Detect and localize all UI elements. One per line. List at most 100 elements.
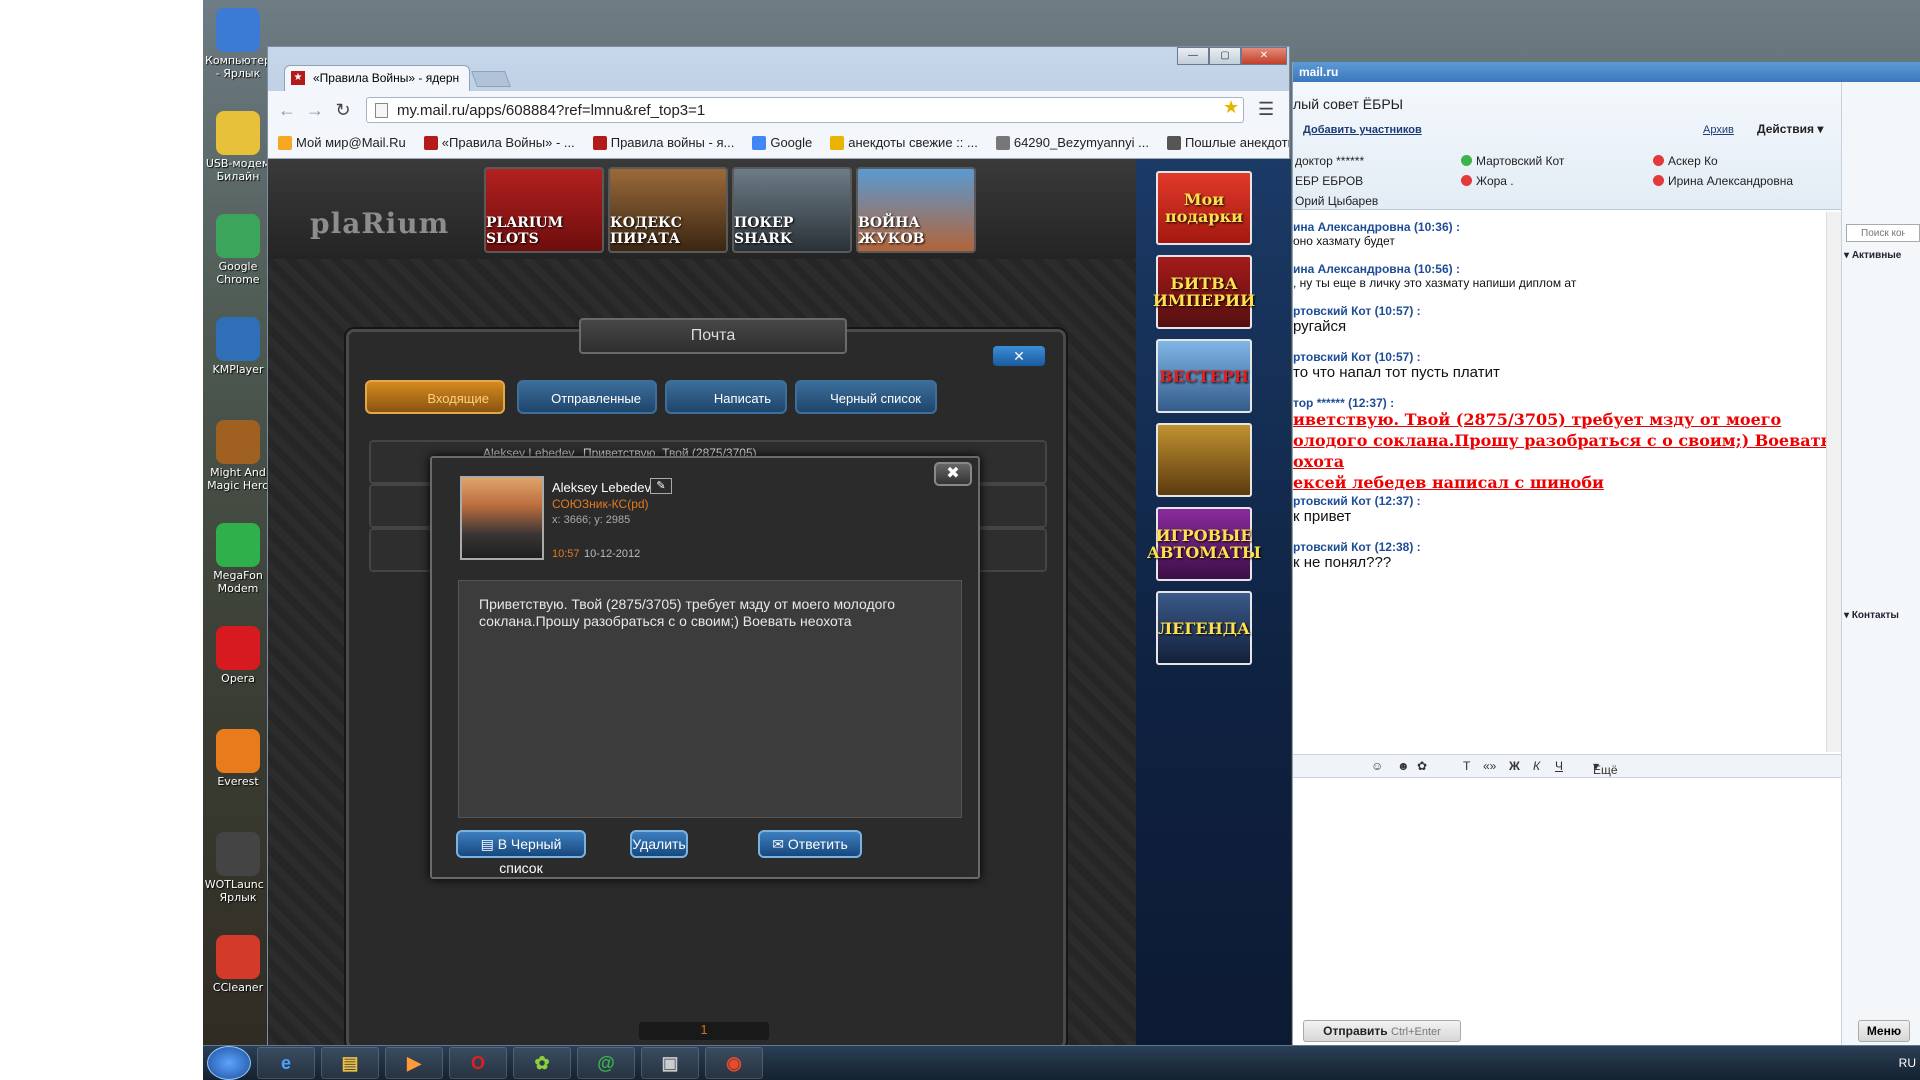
video-icon[interactable]: ▣ <box>641 1047 699 1079</box>
opera-icon[interactable]: O <box>449 1047 507 1079</box>
reload-icon[interactable]: ↻ <box>332 99 354 121</box>
ad-game[interactable] <box>1156 423 1252 497</box>
minimize-button[interactable]: — <box>1177 47 1209 65</box>
tab-blacklist[interactable]: Черный список <box>795 380 937 414</box>
back-icon[interactable]: ← <box>276 99 298 121</box>
mail-agent-icon[interactable]: @ <box>577 1047 635 1079</box>
ad-empire[interactable]: БИТВА ИМПЕРИИ <box>1153 255 1255 329</box>
message-header: ина Александровна (10:36) : <box>1293 220 1460 234</box>
tab-inbox[interactable]: Входящие <box>365 380 505 414</box>
contact-search-input[interactable] <box>1846 224 1920 242</box>
ie-icon[interactable]: e <box>257 1047 315 1079</box>
menu-icon[interactable]: ☰ <box>1258 99 1274 120</box>
start-button[interactable] <box>207 1046 251 1080</box>
maximize-button[interactable]: ▢ <box>1209 47 1241 65</box>
desktop-icon-label: Google Chrome <box>216 260 260 286</box>
browser-chrome: — ▢ ✕ ★ «Правила Войны» - ядерн ← → ↻ my… <box>268 47 1289 159</box>
desktop-icon[interactable]: Opera <box>203 626 273 685</box>
explorer-icon[interactable]: ▤ <box>321 1047 379 1079</box>
chat-scrollbar[interactable] <box>1826 212 1841 752</box>
icq-icon[interactable]: ✿ <box>513 1047 571 1079</box>
participant[interactable]: ЕБР ЕБРОВ <box>1295 174 1363 188</box>
desktop-icon[interactable]: Google Chrome <box>203 214 273 286</box>
participant[interactable]: Орий Цыбарев <box>1295 194 1378 208</box>
message-header: ртовский Кот (12:38) : <box>1293 540 1421 554</box>
tray-language[interactable]: RU <box>1899 1056 1916 1070</box>
ad-slots[interactable]: ИГРОВЫЕ АВТОМАТЫ <box>1147 507 1261 581</box>
bookmark-item[interactable]: Мой мир@Mail.Ru <box>278 135 406 150</box>
desktop-icon-label: WOTLaunc - Ярлык <box>204 878 272 904</box>
bookmark-item[interactable]: 64290_Bezymyannyi ... <box>995 135 1149 150</box>
desktop-icon[interactable]: Компьютер - Ярлык <box>203 8 273 80</box>
dialog-close-button[interactable]: ✖ <box>934 462 972 486</box>
desktop-icon-label: Might And Magic Hero <box>207 466 269 492</box>
participant[interactable]: Аскер Ко <box>1653 154 1718 168</box>
underline-icon[interactable]: Ч <box>1555 759 1563 773</box>
delete-button[interactable]: Удалить <box>630 830 688 858</box>
desktop-icon[interactable]: KMPlayer <box>203 317 273 376</box>
bookmark-star-icon[interactable]: ★ <box>1223 97 1239 118</box>
send-button[interactable]: Отправить Ctrl+Enter <box>1303 1020 1461 1042</box>
ad-western[interactable]: ВЕСТЕРН <box>1156 339 1252 413</box>
add-participants-link[interactable]: Добавить участников <box>1303 124 1422 136</box>
bookmark-item[interactable]: Пошлые анекдоты <box>1166 135 1289 150</box>
archive-link[interactable]: Архив <box>1703 124 1734 136</box>
sender-name[interactable]: Aleksey Lebedev <box>552 480 651 495</box>
smile-icon[interactable]: ☺ <box>1371 759 1383 773</box>
bookmark-item[interactable]: Правила войны - я... <box>592 135 735 150</box>
desktop-icon[interactable]: USB-модем Билайн <box>203 111 273 183</box>
sticker-icon[interactable]: ✿ <box>1417 759 1427 773</box>
browser-tab[interactable]: ★ «Правила Войны» - ядерн <box>284 65 470 91</box>
bookmark-item[interactable]: «Правила Войны» - ... <box>423 135 575 150</box>
edit-icon[interactable]: ✎ <box>650 478 672 494</box>
menu-button[interactable]: Меню <box>1858 1020 1910 1042</box>
mail-close-button[interactable]: ✕ <box>993 346 1045 366</box>
group-active[interactable]: ▾ Активные <box>1844 250 1901 261</box>
participant[interactable]: Жора . <box>1461 174 1514 188</box>
message-input[interactable] <box>1293 778 1841 1016</box>
reply-button[interactable]: ✉ Ответить <box>758 830 862 858</box>
blacklist-button[interactable]: ▤ В Черный список <box>456 830 586 876</box>
bookmark-item[interactable]: анекдоты свежие :: ... <box>830 135 978 150</box>
desktop-icon[interactable]: Might And Magic Hero <box>203 420 273 492</box>
group-contacts[interactable]: ▾ Контакты <box>1844 610 1899 621</box>
game-thumb-bugs[interactable]: ВОЙНА ЖУКОВ <box>856 167 976 253</box>
ad-legend[interactable]: ЛЕГЕНДА <box>1156 591 1252 665</box>
address-bar[interactable]: my.mail.ru/apps/608884?ref=lmnu&ref_top3… <box>366 97 1244 123</box>
desktop-icon[interactable]: CCleaner <box>203 935 273 994</box>
bookmark-favicon-icon <box>830 135 845 150</box>
game-thumb-pirate[interactable]: КОДЕКС ПИРАТА <box>608 167 728 253</box>
agent-brand: mail.ru <box>1293 62 1920 82</box>
desktop-icon[interactable]: Everest <box>203 729 273 788</box>
game-thumb-poker[interactable]: ПОКЕР SHARK <box>732 167 852 253</box>
participant[interactable]: доктор ****** <box>1295 154 1364 168</box>
desktop-icon-label: MegaFon Modem <box>213 569 263 595</box>
desktop-icon-label: Opera <box>221 672 255 685</box>
tab-sent[interactable]: Отправленные <box>517 380 657 414</box>
desktop-icon[interactable]: WOTLaunc - Ярлык <box>203 832 273 904</box>
quote-icon[interactable]: «» <box>1483 759 1496 773</box>
tab-compose[interactable]: Написать <box>665 380 787 414</box>
close-button[interactable]: ✕ <box>1241 47 1287 65</box>
wot-icon <box>216 832 260 876</box>
forward-icon[interactable]: → <box>304 99 326 121</box>
game-thumb-slots[interactable]: PLARIUM SLOTS <box>484 167 604 253</box>
desktop-icon-label: Компьютер - Ярлык <box>205 54 271 80</box>
bold-icon[interactable]: Ж <box>1509 759 1520 773</box>
text-icon[interactable]: T <box>1463 759 1470 773</box>
more-label: Ещё <box>1593 763 1618 777</box>
participant[interactable]: Мартовский Кот <box>1461 154 1564 168</box>
desktop-icon[interactable]: MegaFon Modem <box>203 523 273 595</box>
italic-icon[interactable]: К <box>1533 759 1540 773</box>
chrome-icon[interactable]: ◉ <box>705 1047 763 1079</box>
sender-clan[interactable]: СОЮЗник-КС(pd) <box>552 497 649 511</box>
media-player-icon[interactable]: ▶ <box>385 1047 443 1079</box>
bookmark-item[interactable]: Google <box>752 135 812 150</box>
ad-gifts[interactable]: Мои подарки <box>1156 171 1252 245</box>
wink-icon[interactable]: ☻ <box>1397 759 1410 773</box>
more-menu[interactable]: Ещё ▾ <box>1593 759 1618 777</box>
new-tab-button[interactable] <box>471 71 511 87</box>
bookmark-label: Правила войны - я... <box>610 135 735 150</box>
actions-menu[interactable]: Действия ▾ <box>1757 122 1823 136</box>
participant[interactable]: Ирина Александровна <box>1653 174 1793 188</box>
